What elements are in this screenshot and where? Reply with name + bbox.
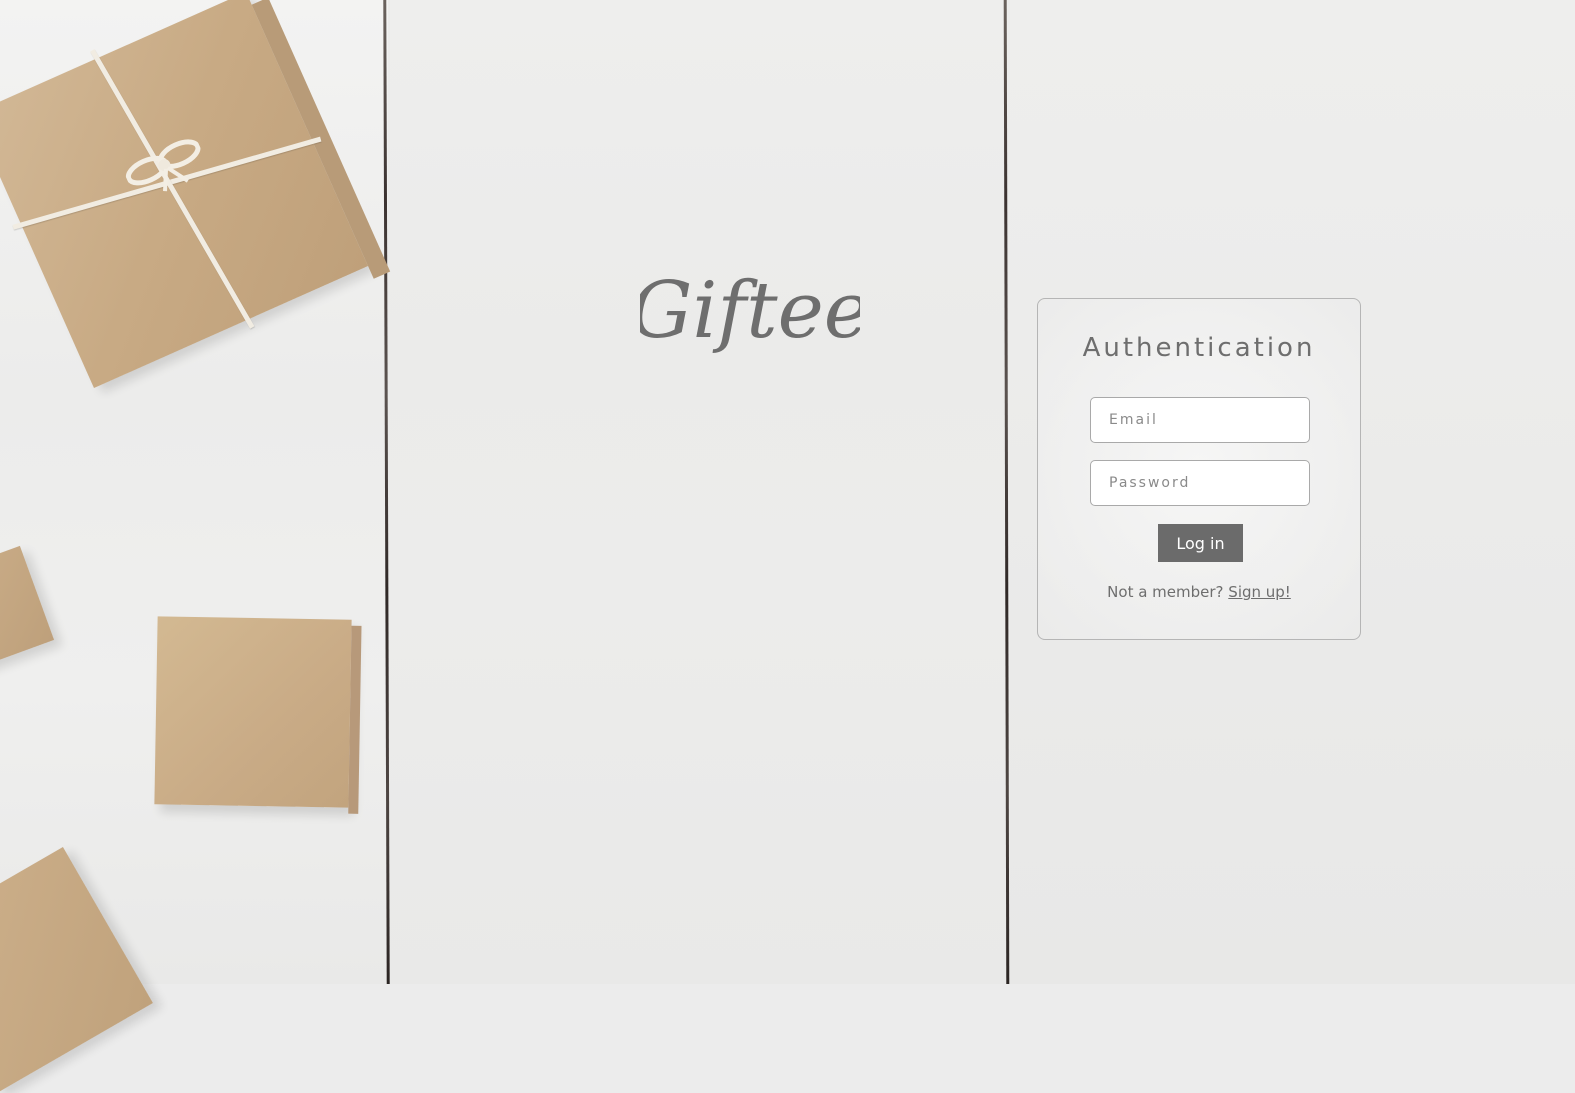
password-input[interactable] <box>1090 460 1310 506</box>
giftee-logo: Giftee <box>640 266 860 356</box>
email-input[interactable] <box>1090 397 1310 443</box>
twine-bow-image <box>125 139 201 192</box>
authentication-card: Authentication Log in Not a member? Sign… <box>1037 298 1361 640</box>
wood-board-middle <box>390 0 1008 984</box>
logo-text: Giftee <box>640 266 860 356</box>
not-member-text: Not a member? <box>1107 583 1224 601</box>
auth-title: Authentication <box>1082 333 1316 363</box>
signup-prompt: Not a member? Sign up! <box>1038 583 1360 601</box>
login-button[interactable]: Log in <box>1158 524 1243 562</box>
signup-link[interactable]: Sign up! <box>1228 583 1291 601</box>
gift-box-image <box>154 616 352 808</box>
